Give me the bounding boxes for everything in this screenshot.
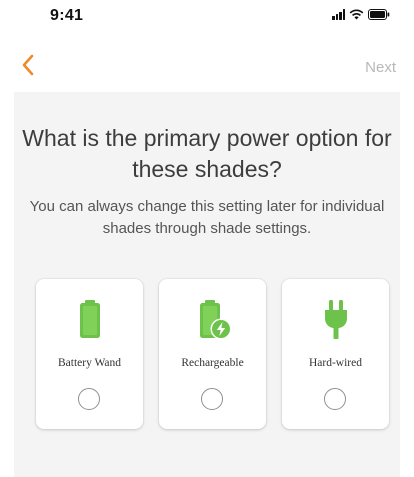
- power-plug-icon: [282, 297, 389, 341]
- next-button[interactable]: Next: [365, 59, 396, 76]
- back-button[interactable]: [14, 50, 44, 80]
- page-subtitle: You can always change this setting later…: [29, 198, 385, 237]
- option-radio[interactable]: [78, 388, 100, 410]
- option-label: Rechargeable: [181, 357, 244, 369]
- option-label: Battery Wand: [57, 357, 122, 369]
- option-card-battery-wand[interactable]: Battery Wand: [36, 279, 143, 429]
- battery-status-icon: [368, 9, 390, 20]
- status-time: 9:41: [50, 7, 84, 24]
- status-bar: 9:41: [0, 0, 414, 40]
- option-label: Hard-wired: [308, 357, 362, 369]
- option-card-rechargeable[interactable]: Rechargeable: [159, 279, 266, 429]
- power-option-panel: What is the primary power option for the…: [14, 92, 400, 477]
- battery-icon: [36, 297, 143, 341]
- cellular-signal-icon: [332, 9, 345, 20]
- page-title: What is the primary power option for the…: [22, 125, 392, 182]
- option-card-hard-wired[interactable]: Hard-wired: [282, 279, 389, 429]
- chevron-left-icon: [22, 54, 34, 76]
- rechargeable-battery-icon: [159, 297, 266, 341]
- option-radio[interactable]: [324, 388, 346, 410]
- wifi-icon: [349, 9, 364, 20]
- status-icons: [332, 9, 390, 20]
- navigation-bar: Next: [0, 40, 414, 92]
- power-options: Battery Wand Rechargeable Hard-wired: [36, 279, 390, 431]
- option-radio[interactable]: [201, 388, 223, 410]
